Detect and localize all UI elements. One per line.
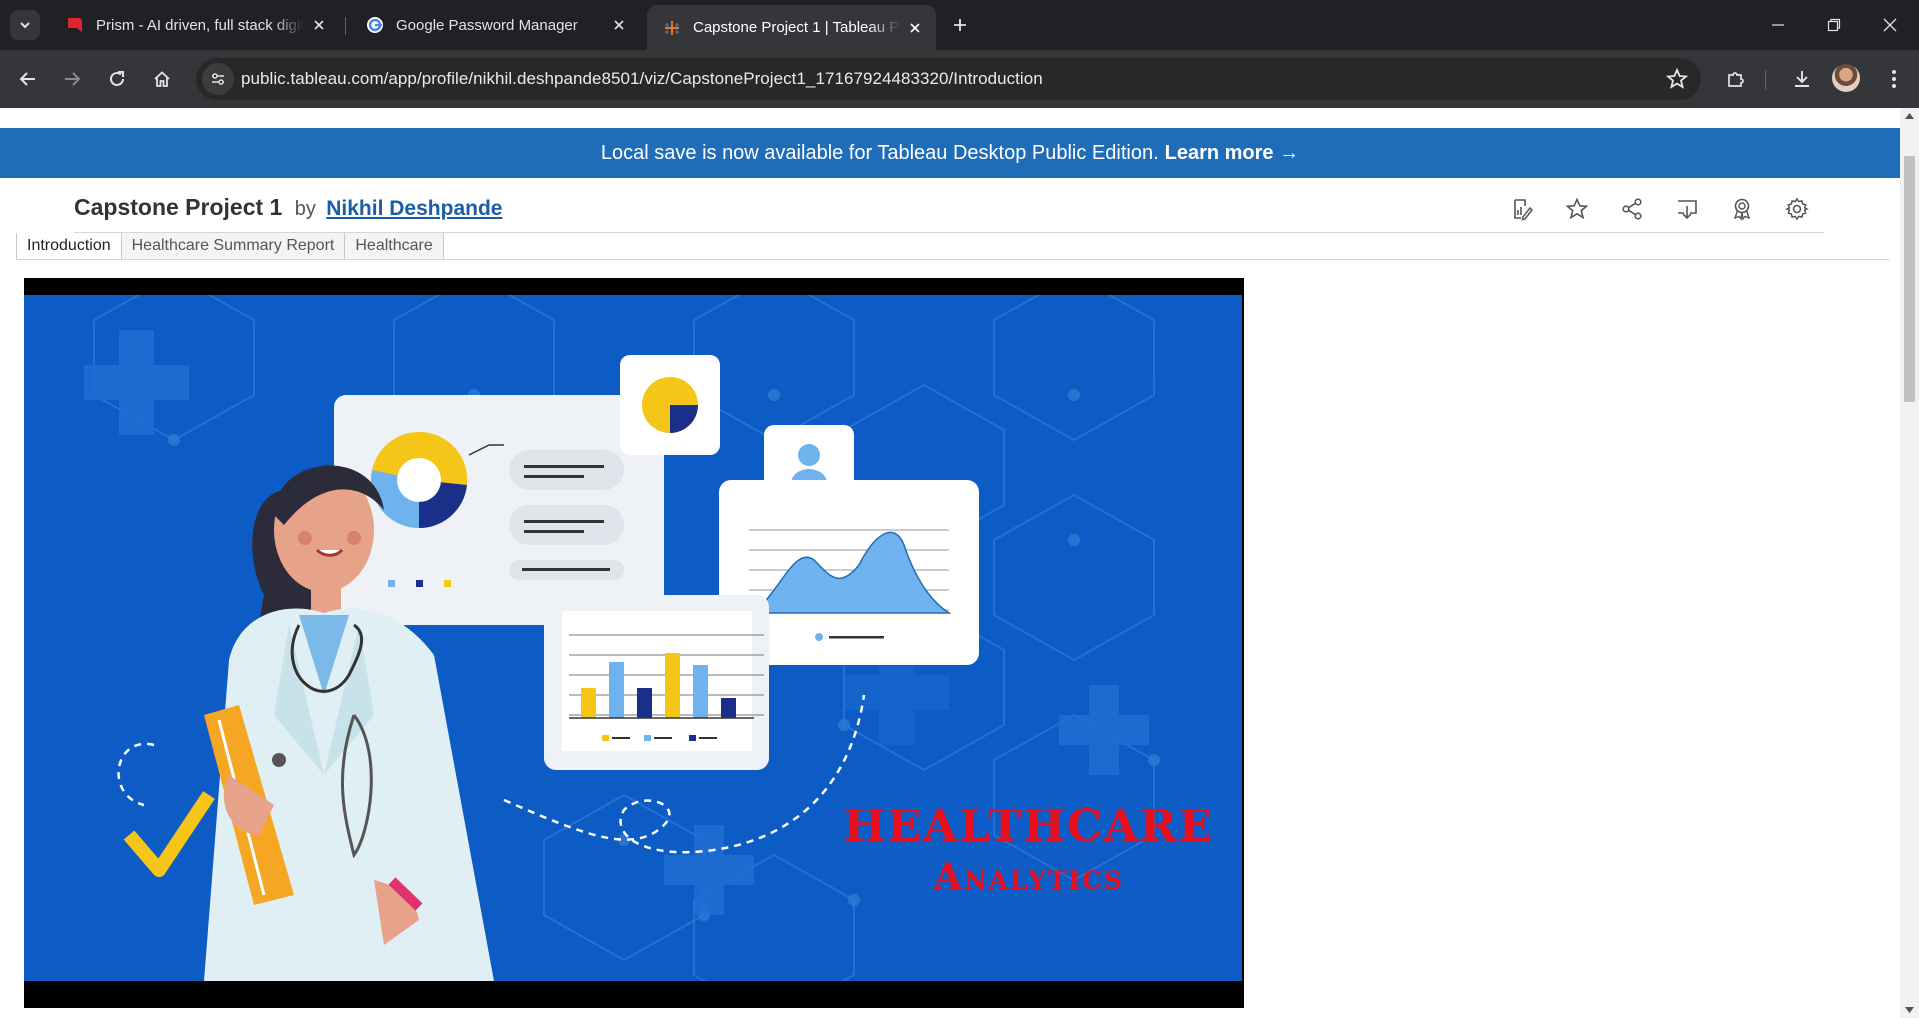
url-text: public.tableau.com/app/profile/nikhil.de… [241,69,1043,88]
tab-title: Capstone Project 1 | Tableau Pu [693,19,900,36]
announcement-banner: Local save is now available for Tableau … [0,128,1900,178]
browser-tab-password-manager[interactable]: Google Password Manager [350,5,640,45]
browser-tab-prism[interactable]: Prism - AI driven, full stack digit [50,5,340,45]
site-info-button[interactable] [202,63,234,95]
plus-icon [954,19,966,31]
extensions-button[interactable] [1720,63,1752,95]
address-bar[interactable]: public.tableau.com/app/profile/nikhil.de… [196,58,1701,100]
tab-title: Prism - AI driven, full stack digit [96,16,304,34]
sheet-tabs: Introduction Healthcare Summary Report H… [16,233,444,259]
viz-toolbar [0,192,1900,232]
home-icon [154,71,170,87]
learn-more-link[interactable]: Learn more → [1165,142,1299,165]
reload-icon [110,71,124,86]
chevron-down-icon [20,22,30,29]
puzzle-icon [1728,72,1744,87]
browser-toolbar: public.tableau.com/app/profile/nikhil.de… [0,50,1919,108]
headline: HEALTHCARE Analytics [834,801,1224,898]
restore-icon [1827,18,1841,32]
scroll-up-arrow[interactable] [1904,110,1915,121]
share-icon [1622,198,1642,220]
tableau-icon [665,20,679,35]
badge-icon [1733,198,1751,221]
banner-text: Local save is now available for Tableau … [600,141,1159,164]
browser-tab-tableau[interactable]: Capstone Project 1 | Tableau Pu [647,5,936,50]
reload-button[interactable] [101,63,133,95]
tune-icon [212,73,224,85]
minimize-button[interactable] [1750,0,1806,50]
download-viz-button[interactable] [1670,192,1704,226]
edit-icon [1514,199,1533,221]
download-icon [1678,200,1697,220]
tab-search-button[interactable] [10,10,40,40]
healthcare-analytics-image: HEALTHCARE Analytics [24,295,1242,981]
google-icon [367,17,383,33]
prism-icon [68,18,82,32]
download-icon [1795,71,1809,87]
close-tab-icon[interactable] [610,16,628,34]
page-content: Local save is now available for Tableau … [0,108,1900,1018]
close-icon [1883,18,1897,32]
favorite-button[interactable] [1560,192,1594,226]
browser-tab-strip: Prism - AI driven, full stack digit Goog… [0,0,1919,50]
headline-line-2: Analytics [933,856,1125,898]
bookmark-star-icon[interactable] [1665,67,1689,91]
menu-button[interactable] [1878,63,1910,95]
arrow-right-icon [65,72,81,86]
home-button[interactable] [146,63,178,95]
tab-title: Google Password Manager [396,16,578,34]
scrollbar-thumb[interactable] [1904,156,1915,402]
kebab-menu-icon [1892,70,1896,88]
forward-button[interactable] [56,63,88,95]
share-button[interactable] [1615,192,1649,226]
profile-avatar[interactable] [1832,64,1860,92]
tab-separator [345,17,346,35]
settings-gear-icon [1785,197,1809,221]
headline-line-1: HEALTHCARE [843,801,1215,852]
tab-introduction[interactable]: Introduction [16,233,122,259]
new-tab-button[interactable] [946,11,974,39]
edit-button[interactable] [1505,192,1539,226]
page-scrollbar[interactable] [1900,108,1919,1018]
downloads-button[interactable] [1786,63,1818,95]
close-tab-icon[interactable] [906,19,924,37]
favorite-star-icon [1565,197,1589,220]
settings-button[interactable] [1780,192,1814,226]
dashboard-frame: HEALTHCARE Analytics [24,278,1244,1008]
tabs-divider [16,259,1890,260]
close-tab-icon[interactable] [310,16,328,34]
restore-button[interactable] [1806,0,1862,50]
toolbar-separator [1765,70,1766,90]
back-button[interactable] [12,63,44,95]
badge-button[interactable] [1725,192,1759,226]
tab-healthcare-summary-report[interactable]: Healthcare Summary Report [121,233,346,259]
minimize-icon [1772,24,1784,26]
tab-healthcare[interactable]: Healthcare [345,233,444,259]
arrow-left-icon [19,72,35,86]
close-window-button[interactable] [1862,0,1918,50]
scroll-down-arrow[interactable] [1904,1004,1915,1015]
